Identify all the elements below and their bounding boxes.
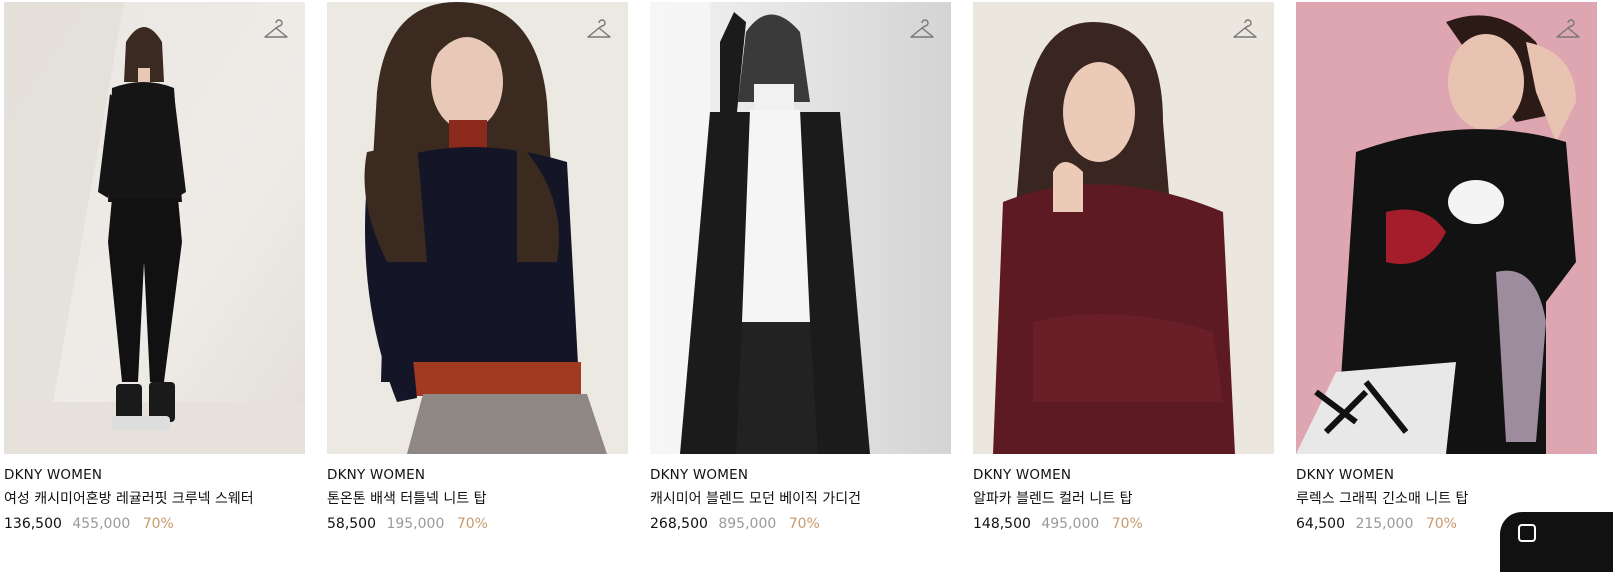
product-image[interactable]: [327, 2, 628, 454]
product-brand: DKNY WOMEN: [1296, 467, 1395, 483]
product-photo: [327, 2, 628, 454]
product-card[interactable]: DKNY WOMEN 톤온톤 배색 터틀넥 니트 탑 58,500 195,00…: [327, 2, 628, 534]
product-prices: 148,500 495,000 70%: [973, 515, 1274, 534]
product-photo: [1296, 2, 1597, 454]
sale-price: 268,500: [650, 516, 708, 532]
discount-rate: 70%: [788, 516, 820, 532]
product-image[interactable]: [973, 2, 1274, 454]
product-brand: DKNY WOMEN: [650, 467, 749, 483]
product-card[interactable]: DKNY WOMEN 여성 캐시미어혼방 레귤러핏 크루넥 스웨터 136,50…: [4, 2, 305, 534]
chat-icon: [1518, 524, 1536, 542]
sale-price: 58,500: [327, 516, 376, 532]
discount-rate: 70%: [456, 516, 488, 532]
product-card[interactable]: DKNY WOMEN 루렉스 그래픽 긴소매 니트 탑 64,500 215,0…: [1296, 2, 1597, 534]
product-photo: [973, 2, 1274, 454]
product-name[interactable]: 루렉스 그래픽 긴소매 니트 탑: [1296, 490, 1597, 509]
discount-rate: 70%: [1111, 516, 1143, 532]
product-name[interactable]: 알파카 블렌드 컬러 니트 탑: [973, 490, 1274, 509]
original-price: 495,000: [1041, 516, 1100, 532]
product-brand: DKNY WOMEN: [4, 467, 103, 483]
sale-price: 136,500: [4, 516, 62, 532]
product-brand: DKNY WOMEN: [973, 467, 1072, 483]
product-prices: 268,500 895,000 70%: [650, 515, 951, 534]
product-grid: DKNY WOMEN 여성 캐시미어혼방 레귤러핏 크루넥 스웨터 136,50…: [4, 2, 1597, 534]
original-price: 215,000: [1355, 516, 1414, 532]
product-prices: 58,500 195,000 70%: [327, 515, 628, 534]
sale-price: 148,500: [973, 516, 1031, 532]
product-brand: DKNY WOMEN: [327, 467, 426, 483]
sale-price: 64,500: [1296, 516, 1345, 532]
product-image[interactable]: [4, 2, 305, 454]
discount-rate: 70%: [1425, 516, 1457, 532]
product-image[interactable]: [1296, 2, 1597, 454]
product-card[interactable]: DKNY WOMEN 알파카 블렌드 컬러 니트 탑 148,500 495,0…: [973, 2, 1274, 534]
hanger-icon[interactable]: [586, 18, 612, 44]
hanger-icon[interactable]: [909, 18, 935, 44]
original-price: 895,000: [718, 516, 777, 532]
product-image[interactable]: [650, 2, 951, 454]
original-price: 455,000: [72, 516, 131, 532]
hanger-icon[interactable]: [1232, 18, 1258, 44]
hanger-icon[interactable]: [263, 18, 289, 44]
product-prices: 136,500 455,000 70%: [4, 515, 305, 534]
product-name[interactable]: 캐시미어 블렌드 모던 베이직 가디건: [650, 490, 951, 509]
product-photo: [4, 2, 305, 454]
product-name[interactable]: 여성 캐시미어혼방 레귤러핏 크루넥 스웨터: [4, 490, 305, 509]
original-price: 195,000: [386, 516, 445, 532]
discount-rate: 70%: [142, 516, 174, 532]
floating-action-button[interactable]: [1500, 512, 1613, 572]
product-card[interactable]: DKNY WOMEN 캐시미어 블렌드 모던 베이직 가디건 268,500 8…: [650, 2, 951, 534]
product-photo: [650, 2, 951, 454]
hanger-icon[interactable]: [1555, 18, 1581, 44]
product-name[interactable]: 톤온톤 배색 터틀넥 니트 탑: [327, 490, 628, 509]
